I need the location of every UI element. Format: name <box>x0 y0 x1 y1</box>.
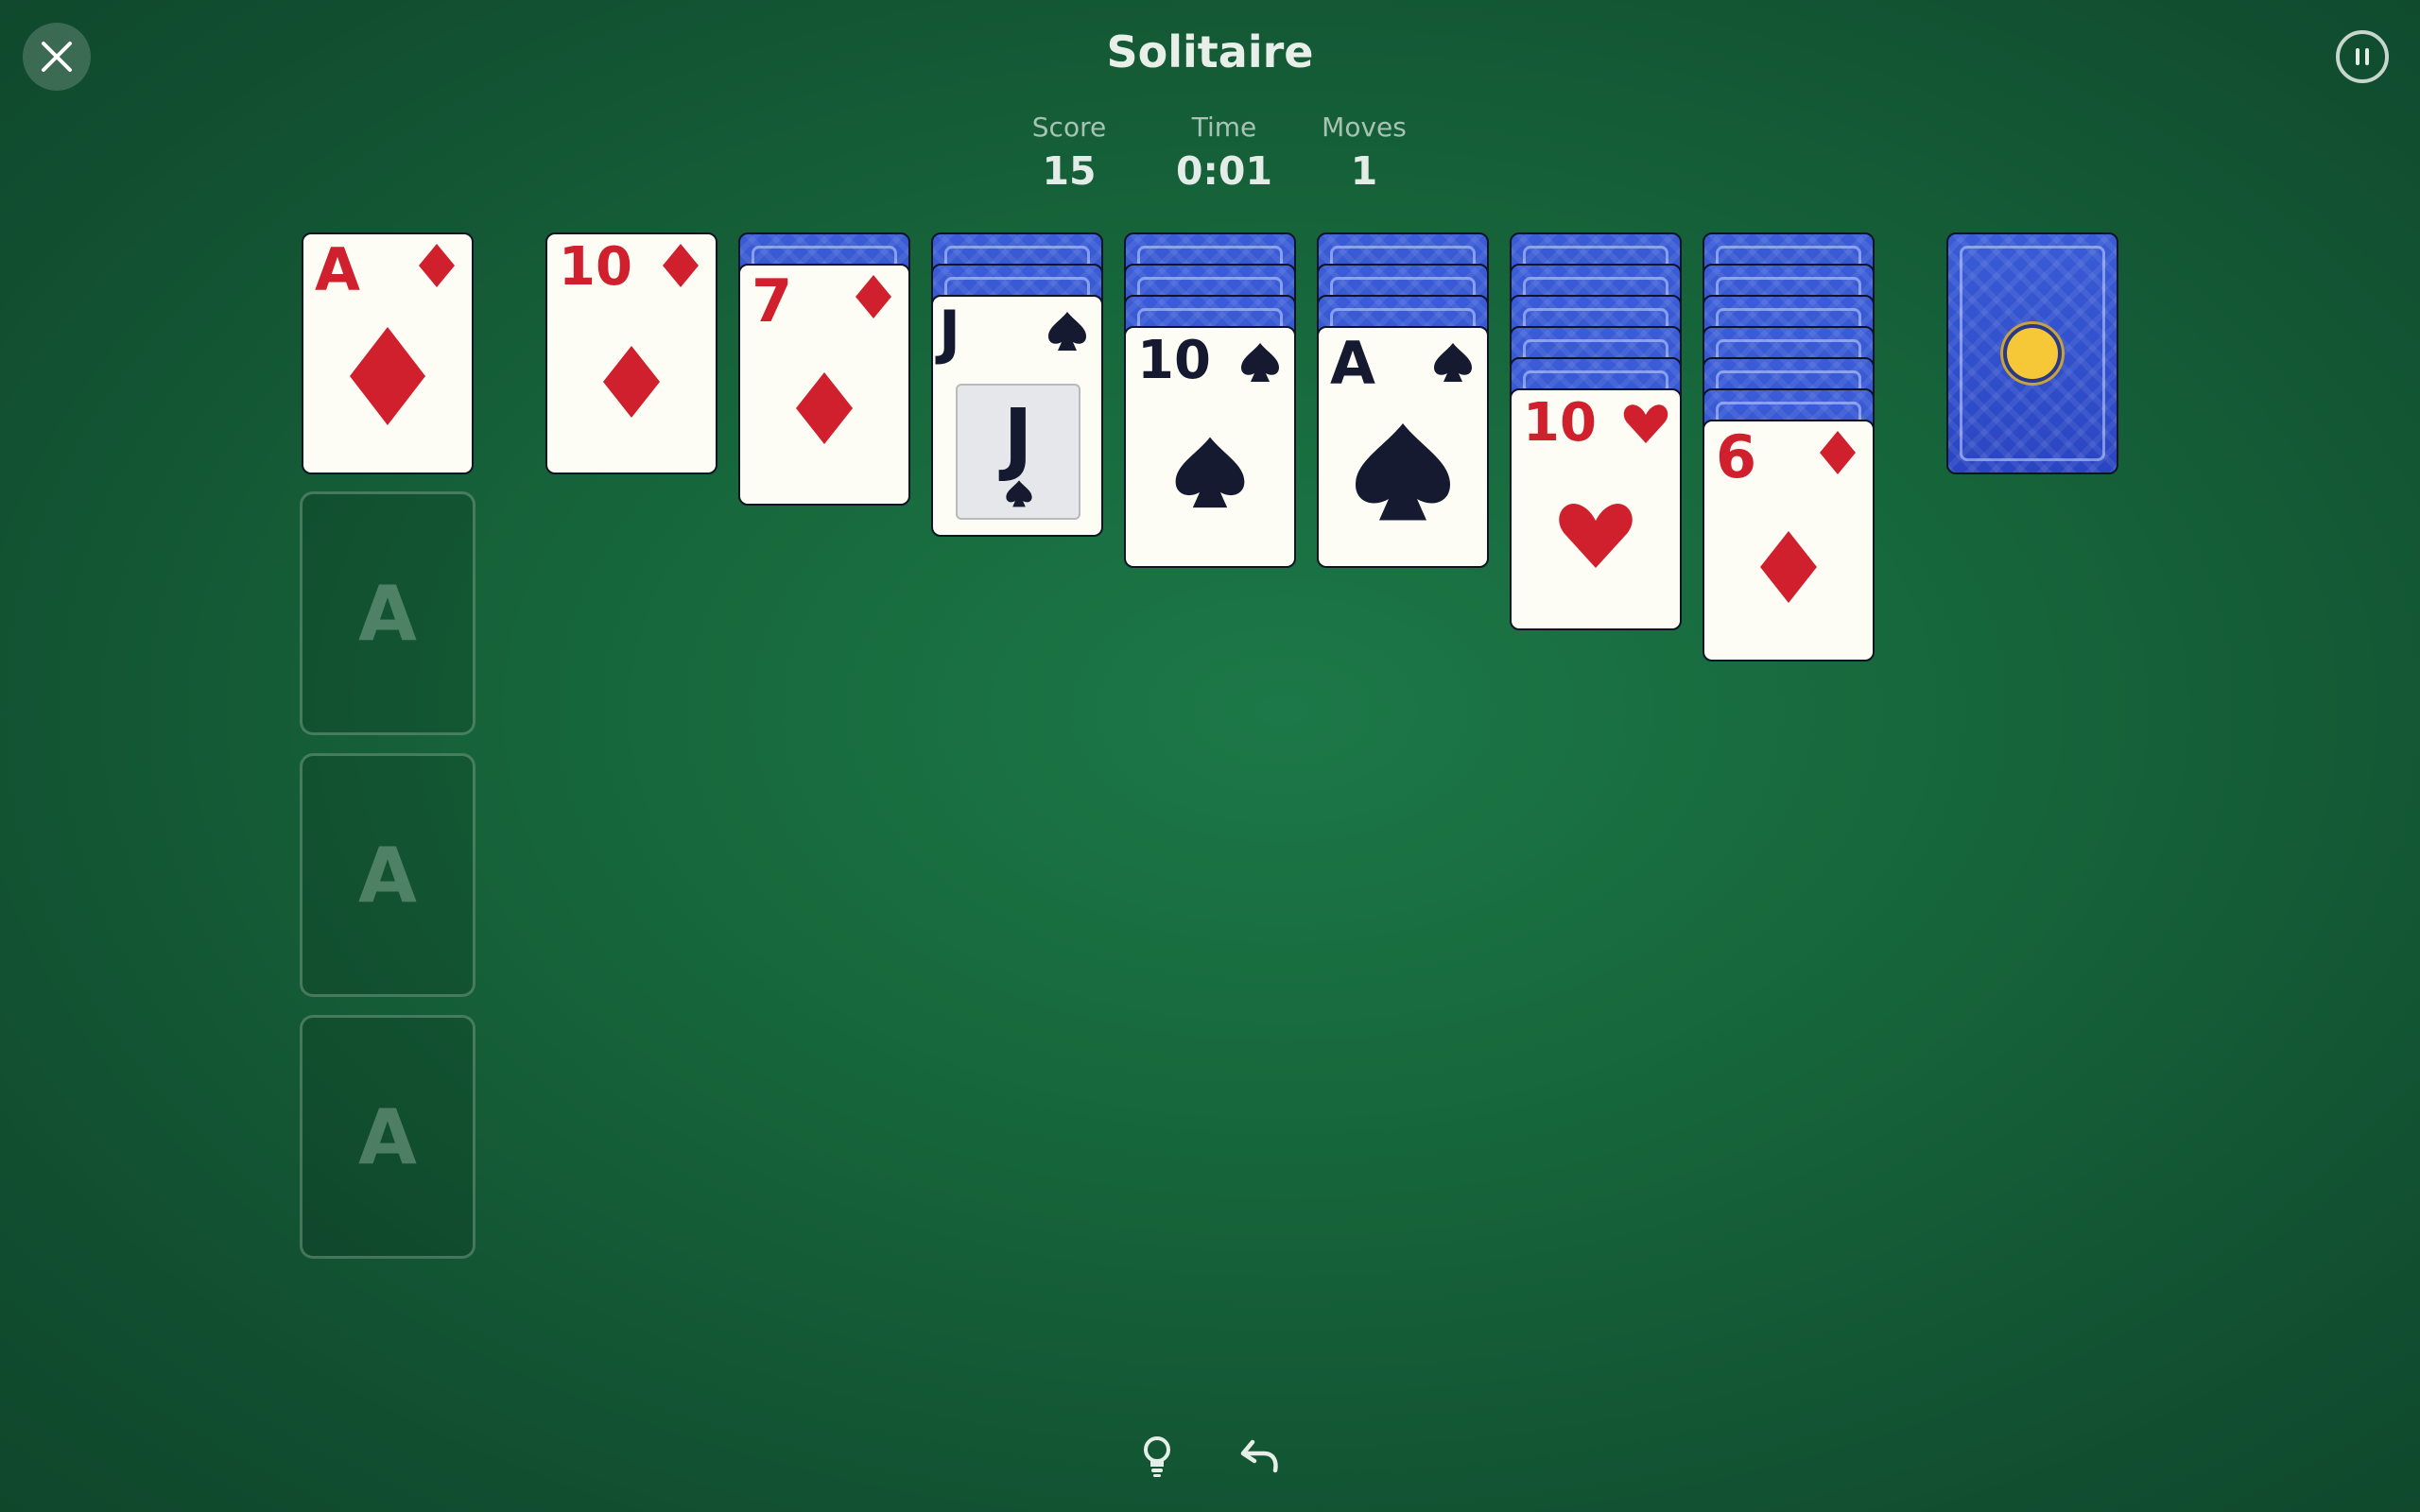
tableau-card-ace-spades[interactable]: A <box>1317 326 1489 568</box>
diamond-icon <box>1760 531 1817 603</box>
card-rank: J <box>939 298 961 367</box>
foundation-slot[interactable]: A <box>300 1015 475 1259</box>
heart-icon <box>1623 404 1668 443</box>
tableau-card-10-diamonds[interactable]: 10 <box>545 232 717 474</box>
moves-label: Moves <box>1322 112 1407 143</box>
tableau-card-jack-spades[interactable]: J J <box>931 295 1103 537</box>
moves-value: 1 <box>1350 148 1378 194</box>
tableau-card-7-diamonds[interactable]: 7 <box>738 264 910 506</box>
tableau-card-10-hearts[interactable]: 10 <box>1510 388 1682 630</box>
card-rank: 10 <box>1137 330 1211 391</box>
card-rank: 10 <box>559 236 632 298</box>
card-rank: A <box>1330 329 1375 398</box>
face-card-letter: J <box>1003 391 1033 484</box>
spade-icon <box>1048 312 1086 351</box>
tableau-card-10-spades[interactable]: 10 <box>1124 326 1296 568</box>
pause-button[interactable] <box>2336 30 2389 83</box>
card-rank: 10 <box>1523 392 1597 454</box>
moves-stat: Moves 1 <box>1270 112 1459 194</box>
diamond-icon <box>663 244 699 287</box>
foundation-slot[interactable]: A <box>300 491 475 735</box>
spade-icon <box>1006 480 1032 507</box>
face-card-art: J <box>956 384 1080 520</box>
card-rank: A <box>315 235 360 304</box>
diamond-icon <box>856 275 891 318</box>
spade-icon <box>1356 423 1450 521</box>
diamond-icon <box>1820 431 1856 474</box>
spade-icon <box>1175 437 1245 508</box>
stock-emblem <box>2003 324 2062 383</box>
stock-pile[interactable] <box>1946 232 2118 474</box>
spade-icon <box>1434 343 1472 382</box>
card-rank: 6 <box>1716 422 1757 491</box>
heart-icon <box>1559 504 1633 568</box>
undo-icon[interactable] <box>1239 1433 1287 1480</box>
card-rank: 7 <box>752 266 793 335</box>
page-title: Solitaire <box>1106 26 1314 77</box>
diamond-icon <box>350 327 425 425</box>
pause-icon <box>2356 48 2369 65</box>
lightbulb-icon[interactable] <box>1133 1433 1181 1480</box>
diamond-icon <box>419 244 455 287</box>
foundation-card-ace-diamonds[interactable]: A <box>302 232 474 474</box>
foundation-slot[interactable]: A <box>300 753 475 997</box>
spade-icon <box>1241 343 1279 382</box>
diamond-icon <box>796 372 853 444</box>
tableau-card-6-diamonds[interactable]: 6 <box>1703 420 1875 662</box>
diamond-icon <box>603 346 660 418</box>
